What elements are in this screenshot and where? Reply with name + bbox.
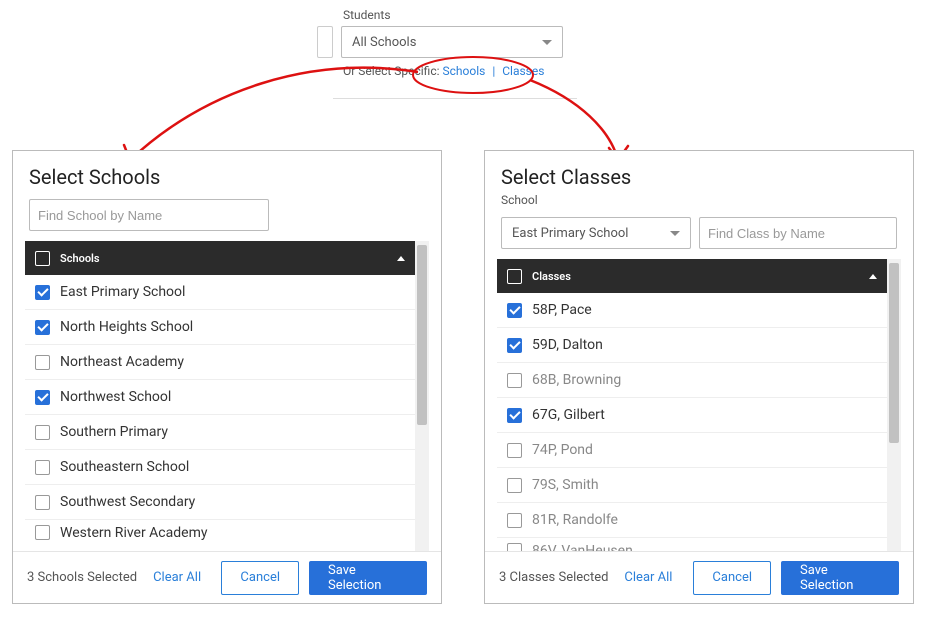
row-label: East Primary School — [60, 284, 405, 300]
scrollbar[interactable] — [887, 259, 901, 551]
table-row[interactable]: Southwest Secondary — [25, 485, 415, 520]
table-header: Schools — [25, 241, 415, 275]
table-row[interactable]: 81R, Randolfe — [497, 503, 887, 538]
table-row[interactable]: Western River Academy — [25, 520, 415, 542]
row-label: 79S, Smith — [532, 477, 877, 493]
row-checkbox[interactable] — [507, 408, 522, 423]
row-label: 58P, Pace — [532, 302, 877, 318]
row-label: 68B, Browning — [532, 372, 877, 388]
table-row[interactable]: 79S, Smith — [497, 468, 887, 503]
selected-count: 3 Schools Selected — [27, 570, 137, 585]
table-row[interactable]: Southeastern School — [25, 450, 415, 485]
table-row[interactable]: 67G, Gilbert — [497, 398, 887, 433]
row-checkbox[interactable] — [35, 495, 50, 510]
row-label: 74P, Pond — [532, 442, 877, 458]
search-input[interactable] — [699, 217, 897, 249]
save-button[interactable]: Save Selection — [309, 561, 427, 595]
or-select-text: Or Select Specific: Schools | Classes — [343, 64, 563, 78]
school-dropdown[interactable]: East Primary School — [501, 217, 691, 249]
adjacent-box — [317, 26, 333, 58]
row-checkbox[interactable] — [507, 443, 522, 458]
row-checkbox[interactable] — [35, 425, 50, 440]
link-schools[interactable]: Schools — [443, 64, 486, 78]
selected-count: 3 Classes Selected — [499, 570, 608, 585]
table-row[interactable]: East Primary School — [25, 275, 415, 310]
select-classes-dialog: Select Classes School East Primary Schoo… — [484, 150, 914, 604]
table-row[interactable]: 74P, Pond — [497, 433, 887, 468]
cancel-button[interactable]: Cancel — [693, 561, 771, 595]
row-label: Northeast Academy — [60, 354, 405, 370]
search-input[interactable] — [29, 199, 269, 231]
row-label: 86V, VanHeusen — [532, 543, 877, 551]
sort-ascending-icon[interactable] — [397, 256, 405, 261]
row-label: Southeastern School — [60, 459, 405, 475]
sort-ascending-icon[interactable] — [869, 274, 877, 279]
save-button[interactable]: Save Selection — [781, 561, 899, 595]
table-row[interactable]: 59D, Dalton — [497, 328, 887, 363]
row-label: Western River Academy — [60, 525, 405, 541]
table-row[interactable]: 68B, Browning — [497, 363, 887, 398]
chevron-down-icon — [670, 231, 680, 236]
row-checkbox[interactable] — [507, 513, 522, 528]
row-label: 81R, Randolfe — [532, 512, 877, 528]
row-label: Southern Primary — [60, 424, 405, 440]
column-header[interactable]: Schools — [60, 252, 387, 265]
row-checkbox[interactable] — [507, 373, 522, 388]
row-checkbox[interactable] — [35, 525, 50, 540]
column-header[interactable]: Classes — [532, 270, 859, 283]
scrollbar[interactable] — [415, 241, 429, 551]
row-checkbox[interactable] — [507, 543, 522, 551]
divider — [333, 98, 577, 99]
table-row[interactable]: Northwest School — [25, 380, 415, 415]
row-checkbox[interactable] — [507, 478, 522, 493]
link-classes[interactable]: Classes — [502, 64, 544, 78]
row-checkbox[interactable] — [507, 303, 522, 318]
table-row[interactable]: 86V, VanHeusen — [497, 538, 887, 551]
clear-all-link[interactable]: Clear All — [153, 570, 201, 585]
chevron-down-icon — [542, 40, 552, 45]
clear-all-link[interactable]: Clear All — [624, 570, 672, 585]
scroll-thumb[interactable] — [417, 245, 427, 425]
row-label: Northwest School — [60, 389, 405, 405]
row-checkbox[interactable] — [35, 390, 50, 405]
row-checkbox[interactable] — [507, 338, 522, 353]
table-row[interactable]: North Heights School — [25, 310, 415, 345]
row-checkbox[interactable] — [35, 460, 50, 475]
table-row[interactable]: 58P, Pace — [497, 293, 887, 328]
dropdown-value: All Schools — [352, 35, 416, 50]
row-checkbox[interactable] — [35, 320, 50, 335]
scroll-thumb[interactable] — [889, 263, 899, 443]
page-title: Select Classes — [501, 165, 897, 189]
select-all-checkbox[interactable] — [507, 269, 522, 284]
select-schools-dialog: Select Schools Schools East Primary Scho… — [12, 150, 442, 604]
cancel-button[interactable]: Cancel — [221, 561, 299, 595]
school-sublabel: School — [501, 193, 897, 207]
row-checkbox[interactable] — [35, 355, 50, 370]
school-dropdown-value: East Primary School — [512, 226, 628, 241]
or-select-prefix: Or Select Specific: — [343, 64, 440, 78]
table-header: Classes — [497, 259, 887, 293]
row-label: 59D, Dalton — [532, 337, 877, 353]
row-checkbox[interactable] — [35, 285, 50, 300]
schools-dropdown[interactable]: All Schools — [341, 26, 563, 58]
row-label: North Heights School — [60, 319, 405, 335]
table-row[interactable]: Northeast Academy — [25, 345, 415, 380]
page-title: Select Schools — [29, 165, 425, 189]
select-all-checkbox[interactable] — [35, 251, 50, 266]
table-row[interactable]: Southern Primary — [25, 415, 415, 450]
row-label: Southwest Secondary — [60, 494, 405, 510]
row-label: 67G, Gilbert — [532, 407, 877, 423]
students-label: Students — [343, 8, 563, 22]
link-separator: | — [492, 64, 495, 78]
